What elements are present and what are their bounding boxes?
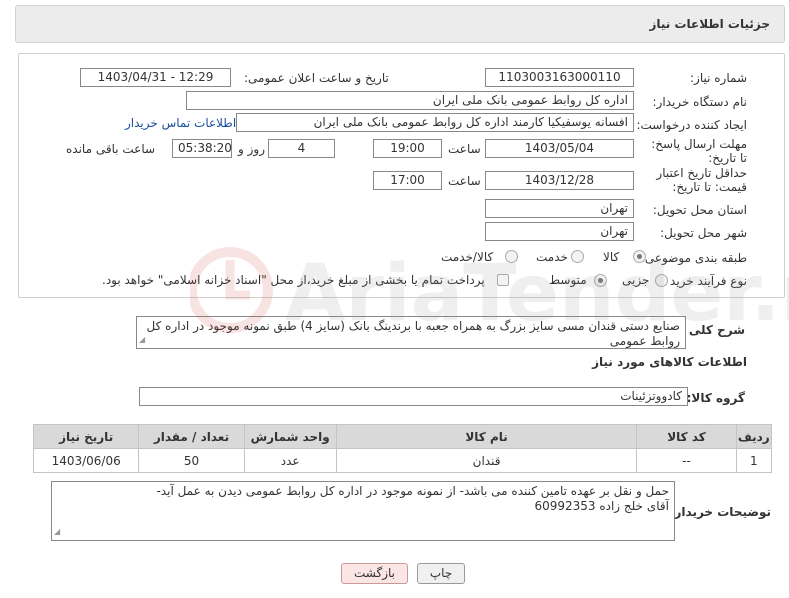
- requester-field[interactable]: افسانه یوسفیکیا کارمند اداره کل روابط عم…: [236, 113, 634, 132]
- announce-label: تاریخ و ساعت اعلان عمومی:: [244, 71, 389, 85]
- summary-text: صنایع دستی قندان مسی سایز بزرگ به همراه …: [146, 319, 680, 348]
- process-type-label: نوع فرآیند خرید :: [662, 274, 747, 288]
- remaining-label: ساعت باقی مانده: [66, 142, 156, 156]
- goods-group-label: گروه کالا:: [686, 391, 745, 405]
- print-button[interactable]: چاپ: [417, 563, 465, 584]
- deadline-date-field[interactable]: 1403/05/04: [485, 139, 634, 158]
- resize-grip-icon[interactable]: ◢: [54, 524, 60, 539]
- summary-textarea[interactable]: صنایع دستی قندان مسی سایز بزرگ به همراه …: [136, 316, 686, 349]
- buyer-contact-link[interactable]: اطلاعات تماس خریدار: [125, 116, 236, 130]
- province-label: استان محل تحویل:: [652, 203, 747, 217]
- city-label: شهر محل تحویل:: [660, 226, 747, 240]
- province-field[interactable]: تهران: [485, 199, 634, 218]
- treasury-payment-checkbox[interactable]: [497, 274, 509, 286]
- days-remaining-field[interactable]: 4: [268, 139, 335, 158]
- category-option-service: خدمت: [536, 250, 568, 264]
- deadline-time-field[interactable]: 19:00: [373, 139, 442, 158]
- remaining-time-field[interactable]: 05:38:20: [172, 139, 232, 158]
- validity-date-field[interactable]: 1403/12/28: [485, 171, 634, 190]
- deadline-time-label: ساعت: [448, 142, 481, 156]
- announce-date-field[interactable]: 1403/04/31 - 12:29: [80, 68, 231, 87]
- validity-label: حداقل تاریخ اعتبار قیمت: تا تاریخ:: [656, 166, 747, 194]
- cell-date: 1403/06/06: [32, 448, 140, 473]
- requester-label: ایجاد کننده درخواست:: [636, 118, 747, 132]
- process-radio-minor[interactable]: [655, 274, 668, 287]
- category-radio-service[interactable]: [571, 250, 584, 263]
- process-radio-medium[interactable]: [594, 274, 607, 287]
- back-button[interactable]: بازگشت: [341, 563, 408, 584]
- resize-grip-icon[interactable]: ◢: [139, 332, 145, 347]
- process-option-medium: متوسط: [549, 273, 587, 287]
- buyer-notes-textarea[interactable]: حمل و نقل بر عهده تامین کننده می باشد- ا…: [51, 481, 675, 541]
- goods-table-header: ردیف کد کالا نام کالا واحد شمارش تعداد /…: [32, 424, 773, 449]
- process-option-minor: جزیی: [622, 273, 650, 287]
- days-label: روز و: [238, 142, 265, 156]
- col-name: نام کالا: [335, 424, 638, 449]
- panel-header: جزئیات اطلاعات نیاز: [15, 5, 785, 43]
- validity-time-field[interactable]: 17:00: [373, 171, 442, 190]
- deadline-label: مهلت ارسال پاسخ: تا تاریخ:: [651, 137, 747, 165]
- cell-row: 1: [735, 448, 773, 473]
- page-title: جزئیات اطلاعات نیاز: [649, 17, 770, 31]
- buyer-org-label: نام دستگاه خریدار:: [652, 95, 748, 109]
- category-option-goods-service: کالا/خدمت: [441, 250, 494, 264]
- category-option-goods: کالا: [603, 250, 620, 264]
- col-row: ردیف: [735, 424, 773, 449]
- validity-time-label: ساعت: [448, 174, 481, 188]
- need-number-label: شماره نیاز:: [690, 71, 747, 85]
- goods-table: ردیف کد کالا نام کالا واحد شمارش تعداد /…: [32, 424, 773, 473]
- cell-code: --: [636, 448, 737, 473]
- col-unit: واحد شمارش: [243, 424, 337, 449]
- goods-section-title: اطلاعات کالاهای مورد نیاز: [592, 355, 747, 369]
- goods-group-field[interactable]: کادووتزئینات: [139, 387, 688, 406]
- cell-unit: عدد: [243, 448, 337, 473]
- category-label: طبقه بندی موضوعی:: [640, 251, 747, 265]
- buyer-notes-line-1: حمل و نقل بر عهده تامین کننده می باشد- ا…: [156, 484, 669, 498]
- col-qty: تعداد / مقدار: [138, 424, 245, 449]
- buyer-notes-label: توضیحات خریدار:: [669, 505, 771, 519]
- treasury-payment-note: پرداخت تمام یا بخشی از مبلغ خرید،از محل …: [102, 273, 485, 287]
- need-number-field[interactable]: 1103003163000110: [485, 68, 634, 87]
- buyer-org-field[interactable]: اداره کل روابط عمومی بانک ملی ایران: [186, 91, 634, 110]
- col-date: تاریخ نیاز: [32, 424, 140, 449]
- cell-qty: 50: [138, 448, 245, 473]
- city-field[interactable]: تهران: [485, 222, 634, 241]
- table-row[interactable]: 1 -- قندان عدد 50 1403/06/06: [32, 448, 773, 473]
- category-radio-goods[interactable]: [633, 250, 646, 263]
- category-radio-goods-service[interactable]: [505, 250, 518, 263]
- col-code: کد کالا: [636, 424, 737, 449]
- cell-name: قندان: [335, 448, 638, 473]
- buyer-notes-line-2: آقای خلج زاده 60992353: [534, 499, 669, 513]
